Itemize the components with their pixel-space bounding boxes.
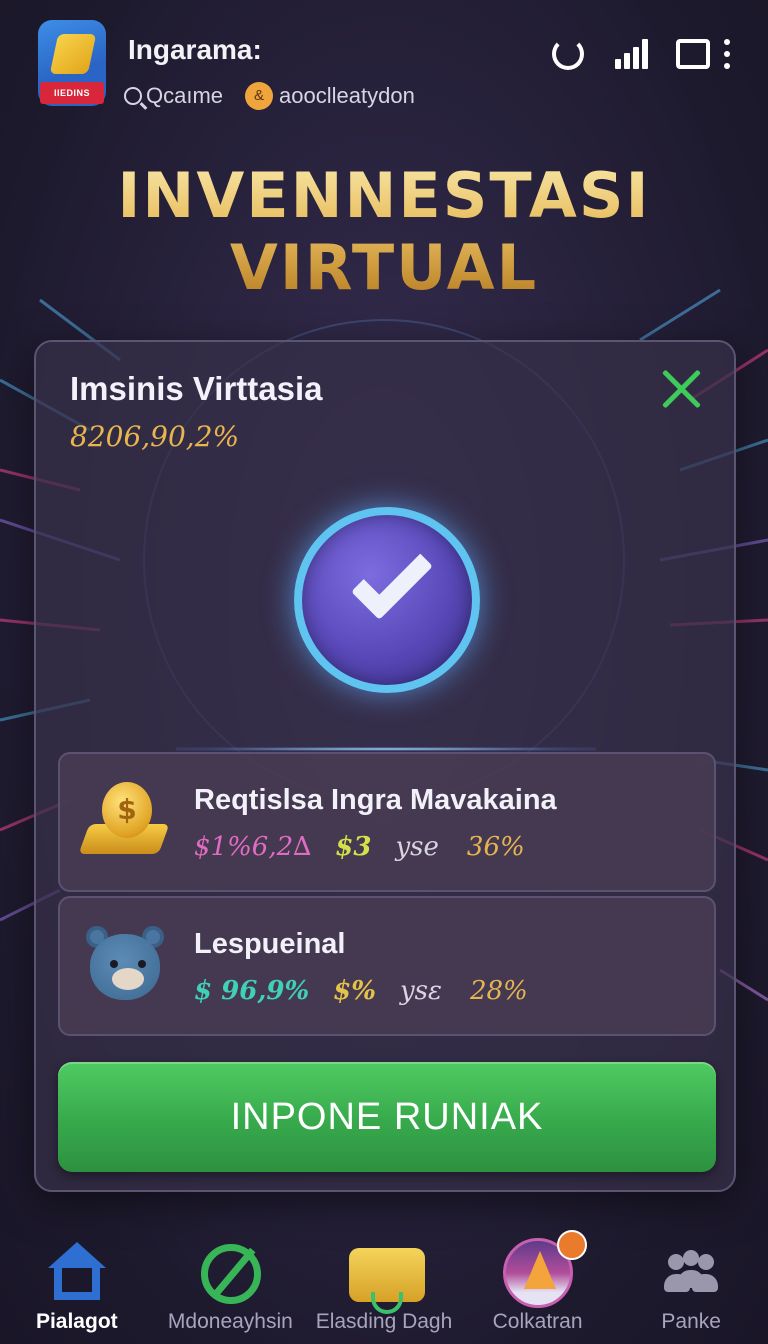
gold-coin-icon: $: [78, 776, 172, 868]
person-head: [683, 1250, 700, 1266]
coin: $: [102, 782, 152, 838]
nav-item-collection[interactable]: Colkatran: [461, 1226, 615, 1344]
gold-bar-icon: [348, 1238, 425, 1314]
bear-muzzle: [112, 968, 144, 990]
investment-card[interactable]: Lespueinal $ 96,9% $% ysε 28%: [58, 896, 716, 1036]
card-stat-yield-value: 28%: [469, 976, 528, 1006]
person-head: [698, 1254, 715, 1270]
nav-item-people[interactable]: Panke: [614, 1226, 768, 1344]
primary-cta-button[interactable]: INPONE RUNIAK: [58, 1062, 716, 1172]
collection-icon: [502, 1230, 587, 1308]
badge-icon: &: [245, 82, 274, 110]
refresh-icon[interactable]: [552, 38, 584, 70]
checkmark-icon: [294, 507, 480, 693]
money-icon: [195, 1238, 265, 1308]
card-stat-yield: ysε 28%: [400, 976, 528, 1006]
nav-item-money[interactable]: Mdoneayhsin: [154, 1226, 308, 1344]
hero-title-line-2: VIRTUAL: [229, 231, 539, 304]
checkmark-tick: [350, 537, 434, 621]
search-link-label: Qcaıme: [146, 83, 224, 108]
logo-graphic: [49, 34, 97, 74]
investment-card[interactable]: $ Reqtislsa Ingra Mavakaina $1%6,2∆ $3 y…: [58, 752, 716, 892]
hero-title: INVENNESTASI VIRTUAL: [0, 160, 768, 304]
nav-item-home[interactable]: Pialagot: [0, 1226, 154, 1344]
card-stats: $ 96,9% $% ysε 28%: [194, 976, 528, 1006]
nav-item-trading[interactable]: Elasding Dagh: [307, 1226, 461, 1344]
signal-icon: [612, 39, 648, 69]
nav-label: Panke: [661, 1310, 721, 1333]
search-icon: [124, 87, 142, 105]
card-stat-amount: $ 96,9%: [194, 976, 310, 1006]
card-stat-price: $%: [333, 976, 376, 1006]
nav-label: Elasding Dagh: [315, 1310, 453, 1333]
card-stat-yield-label: yse: [395, 832, 439, 862]
bottom-nav: Pialagot Mdoneayhsin Elasding Dagh Colka…: [0, 1226, 768, 1344]
card-stat-yield-value: 36%: [466, 832, 525, 862]
investment-panel: Imsinis Virttasia 8206,90,2% $ Reqtislsa…: [34, 340, 736, 1192]
app-title: Ingarama:: [128, 34, 262, 65]
nav-label: Colkatran: [492, 1310, 583, 1333]
card-stats: $1%6,2∆ $3 yse 36%: [194, 832, 525, 862]
card-stat-amount: $1%6,2∆: [194, 832, 312, 862]
hero-title-line-1: INVENNESTASI: [117, 159, 651, 232]
home-icon: [42, 1238, 112, 1308]
app-logo[interactable]: IIEDINS: [38, 20, 106, 106]
logo-ribbon: IIEDINS: [40, 82, 104, 104]
more-icon[interactable]: [724, 39, 730, 69]
window-icon[interactable]: [676, 39, 710, 69]
panel-value: 8206,90,2%: [70, 420, 240, 453]
nav-label: Mdoneayhsin: [167, 1310, 293, 1333]
card-stat-yield-label: ysε: [399, 976, 442, 1006]
card-title: Lespueinal: [194, 928, 346, 960]
panel-title: Imsinis Virttasia: [70, 370, 323, 407]
search-link[interactable]: Qcaıme: [124, 83, 223, 109]
card-title: Reqtislsa Ingra Mavakaina: [194, 784, 557, 816]
bear-head: [90, 934, 160, 1000]
close-icon[interactable]: [658, 366, 704, 412]
header-subrow: Qcaıme & aooclleatydon: [124, 82, 415, 110]
people-icon: [656, 1238, 726, 1308]
account-link-label: aooclleatydon: [279, 83, 415, 108]
account-link[interactable]: & aooclleatydon: [245, 82, 415, 110]
bear-eye: [138, 960, 146, 968]
people-graphic: [664, 1250, 719, 1298]
home-body: [53, 1264, 100, 1300]
bear-icon: [80, 920, 172, 1012]
money-ring: [201, 1244, 262, 1304]
nav-label: Pialagot: [35, 1310, 118, 1333]
card-stat-price: $3: [335, 832, 372, 862]
person-head: [668, 1254, 685, 1270]
notification-dot: [556, 1230, 587, 1260]
glow-divider: [176, 747, 596, 751]
card-stat-yield: yse 36%: [395, 832, 524, 862]
header-actions: [552, 38, 730, 70]
person-body: [692, 1274, 719, 1292]
bear-eye: [110, 960, 118, 968]
